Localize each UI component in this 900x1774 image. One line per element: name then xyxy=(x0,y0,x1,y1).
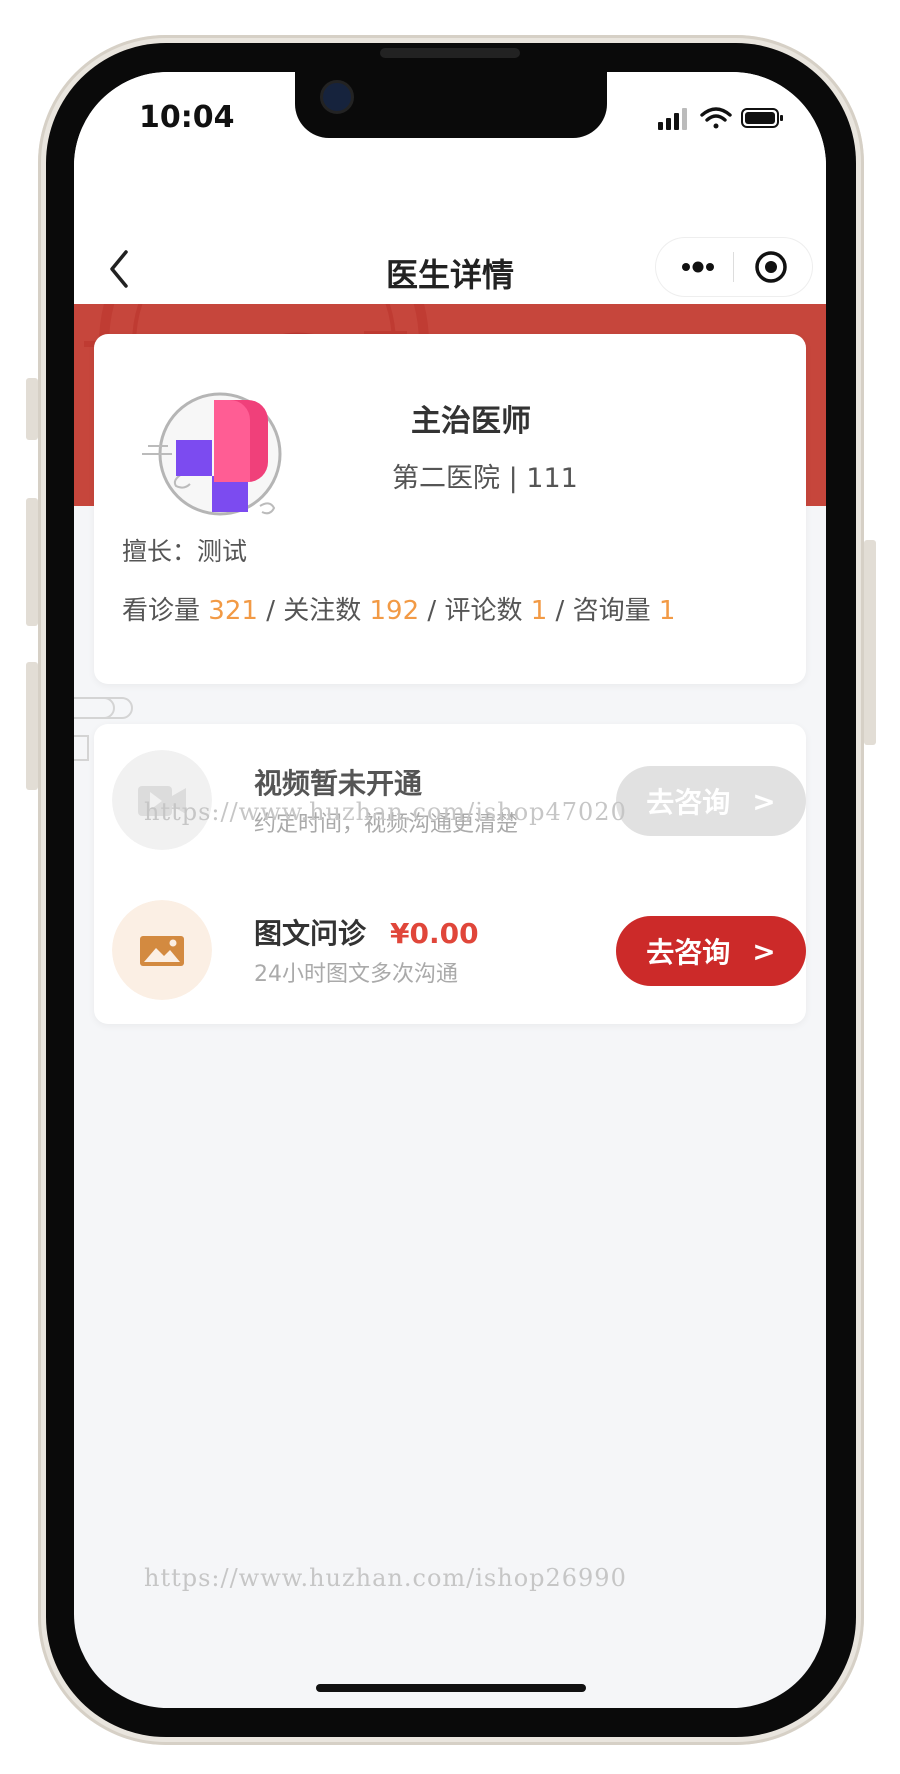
text-consult-button-label: 去咨询 xyxy=(646,936,731,969)
power-button xyxy=(864,540,876,745)
video-consult-button[interactable]: 去咨询 > xyxy=(616,766,806,836)
more-dots-icon[interactable] xyxy=(668,238,728,296)
doctor-info-card: 主治医师 第二医院 | 111 擅长：测试 看诊量 321 / 关注数 192 … xyxy=(94,334,806,684)
mini-program-capsule xyxy=(656,238,812,296)
nav-bar: 医生详情 xyxy=(74,162,826,304)
status-time: 10:04 xyxy=(139,100,235,135)
text-consult-subtitle: 24小时图文多次沟通 xyxy=(254,962,458,987)
watermark-text: https://www.huzhan.com/ishop47020 xyxy=(144,798,627,826)
battery-icon xyxy=(741,108,783,128)
stat-value-visits: 321 xyxy=(208,596,258,626)
doctor-stats: 看诊量 321 / 关注数 192 / 评论数 1 / 咨询量 1 xyxy=(122,590,675,627)
wifi-icon xyxy=(700,107,732,129)
capsule-divider xyxy=(733,252,734,282)
watermark-text: https://www.huzhan.com/ishop26990 xyxy=(144,1564,627,1592)
chevron-right-icon: > xyxy=(752,934,776,968)
chevron-right-icon: > xyxy=(752,784,776,818)
doctor-avatar[interactable] xyxy=(142,388,290,532)
video-consult-row: 视频暂未开通 约定时间，视频沟通更清楚 去咨询 > xyxy=(94,742,806,852)
image-icon xyxy=(112,900,212,1000)
video-consult-title: 视频暂未开通 xyxy=(254,767,423,800)
stat-separator: / xyxy=(555,596,573,626)
cellular-signal-icon xyxy=(658,108,687,130)
status-icons xyxy=(658,107,783,130)
speaker-grille xyxy=(380,48,520,58)
video-consult-button-label: 去咨询 xyxy=(646,786,731,819)
text-consult-title-line: 图文问诊 ¥0.00 xyxy=(254,912,479,952)
text-consult-row: 图文问诊 ¥0.00 24小时图文多次沟通 去咨询 > xyxy=(94,892,806,1002)
doctor-title: 主治医师 xyxy=(411,404,531,439)
stat-label-followers: 关注数 xyxy=(283,596,362,626)
stat-value-comments: 1 xyxy=(530,596,548,626)
front-camera xyxy=(320,80,354,114)
stat-label-consults: 咨询量 xyxy=(572,596,651,626)
stat-separator: / xyxy=(427,596,445,626)
target-circle-icon[interactable] xyxy=(742,238,800,296)
phone-screen: 10:04 医生详情 主治医师 第二医院 | 111 擅长：测试 看诊量 321… xyxy=(74,72,826,1708)
volume-down-button xyxy=(26,662,38,790)
stat-label-comments: 评论数 xyxy=(444,596,523,626)
stat-value-consults: 1 xyxy=(658,596,676,626)
stat-label-visits: 看诊量 xyxy=(122,596,201,626)
doctor-specialty: 擅长：测试 xyxy=(122,537,248,566)
volume-up-button xyxy=(26,498,38,626)
home-indicator xyxy=(316,1684,586,1692)
stat-separator: / xyxy=(266,596,284,626)
doctor-hospital: 第二医院 | 111 xyxy=(392,463,578,494)
mute-switch xyxy=(26,378,38,440)
consultation-services-card: 视频暂未开通 约定时间，视频沟通更清楚 去咨询 > 图文问诊 ¥0.00 24小时… xyxy=(94,724,806,1024)
text-consult-button[interactable]: 去咨询 > xyxy=(616,916,806,986)
stat-value-followers: 192 xyxy=(369,596,420,626)
text-consult-price: ¥0.00 xyxy=(390,917,479,950)
text-consult-title: 图文问诊 xyxy=(254,917,367,950)
